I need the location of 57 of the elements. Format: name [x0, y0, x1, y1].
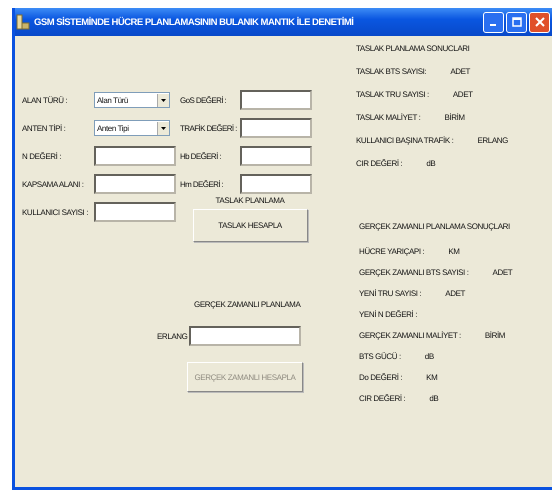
minimize-button[interactable] — [483, 12, 504, 32]
field-label: Hm DEĞERİ : — [180, 180, 224, 188]
close-icon[interactable] — [534, 17, 544, 27]
section-heading: TASLAK PLANLAMA — [216, 196, 284, 205]
result-label: TASLAK TRU SAYISI : — [356, 90, 429, 99]
input-field[interactable] — [188, 326, 300, 346]
close-button[interactable] — [529, 12, 550, 32]
unit-label: ADET — [452, 90, 473, 99]
field-label: KULLANICI SAYISI : — [22, 208, 90, 216]
result-label: TASLAK BTS SAYISI: — [356, 67, 426, 76]
unit-label: BİRİM — [444, 113, 465, 122]
app-icon — [16, 14, 30, 30]
section-heading: GERÇEK ZAMANLI PLANLAMA SONUÇLARI — [359, 222, 511, 231]
input-field[interactable] — [240, 118, 312, 138]
unit-label: ADET — [445, 289, 466, 298]
field-label: GoS DEĞERİ : — [180, 96, 228, 104]
maximize-button[interactable] — [506, 12, 527, 32]
result-label: HÜCRE YARIÇAPI : — [359, 247, 424, 256]
field-label: ANTEN TİPİ : — [22, 124, 67, 132]
field-label: ALAN TÜRÜ : — [22, 96, 68, 104]
unit-label: ADET — [450, 67, 470, 76]
field-label: Hb DEĞERİ : — [180, 152, 222, 160]
input-field[interactable] — [94, 174, 176, 194]
unit-label: ERLANG — [477, 136, 508, 145]
result-label: CIR DEĞERİ : — [359, 394, 406, 403]
field-label: KAPSAMA ALANI : — [22, 180, 85, 188]
result-label: YENİ TRU SAYISI : — [359, 289, 422, 298]
input-field[interactable] — [240, 174, 312, 194]
dropdown[interactable]: Alan Türü — [94, 92, 170, 108]
input-field[interactable] — [94, 202, 176, 222]
field-label: TRAFİK DEĞERİ : — [180, 124, 238, 132]
window-title: GSM SİSTEMİNDE HÜCRE PLANLAMASININ BULANIK MANTIK İLE DENETİMİ — [34, 16, 354, 28]
result-label: CIR DEĞERİ : — [356, 159, 402, 168]
unit-label: dB — [424, 352, 434, 361]
dropdown[interactable]: Anten Tipi — [94, 120, 170, 136]
result-label: GERÇEK ZAMANLI BTS SAYISI : — [359, 268, 469, 277]
field-label: N DEĞERİ : — [22, 152, 62, 160]
calculate-button[interactable]: TASLAK HESAPLA — [192, 209, 308, 242]
unit-label: KM — [426, 373, 438, 382]
section-heading: TASLAK PLANLAMA SONUCLARI — [356, 44, 470, 53]
result-label: KULLANICI BAŞINA TRAFİK : — [356, 136, 454, 145]
maximize-icon[interactable] — [512, 17, 522, 27]
input-field[interactable] — [240, 146, 312, 166]
unit-label: dB — [429, 394, 438, 403]
result-label: GERÇEK ZAMANLI MALİYET : — [359, 331, 461, 340]
unit-label: BİRİM — [484, 331, 506, 340]
unit-label: KM — [448, 247, 460, 256]
result-label: BTS GÜCÜ : — [359, 352, 401, 361]
input-field[interactable] — [240, 90, 312, 110]
result-label: YENİ N DEĞERİ : — [359, 310, 418, 319]
field-label: ERLANG — [157, 332, 188, 340]
result-label: Do DEĞERİ : — [359, 373, 402, 382]
unit-label: dB — [426, 159, 436, 168]
result-label: TASLAK MALİYET : — [356, 113, 420, 122]
section-heading: GERÇEK ZAMANLI PLANLAMA — [194, 300, 300, 309]
input-field[interactable] — [94, 146, 176, 166]
unit-label: ADET — [492, 268, 512, 277]
